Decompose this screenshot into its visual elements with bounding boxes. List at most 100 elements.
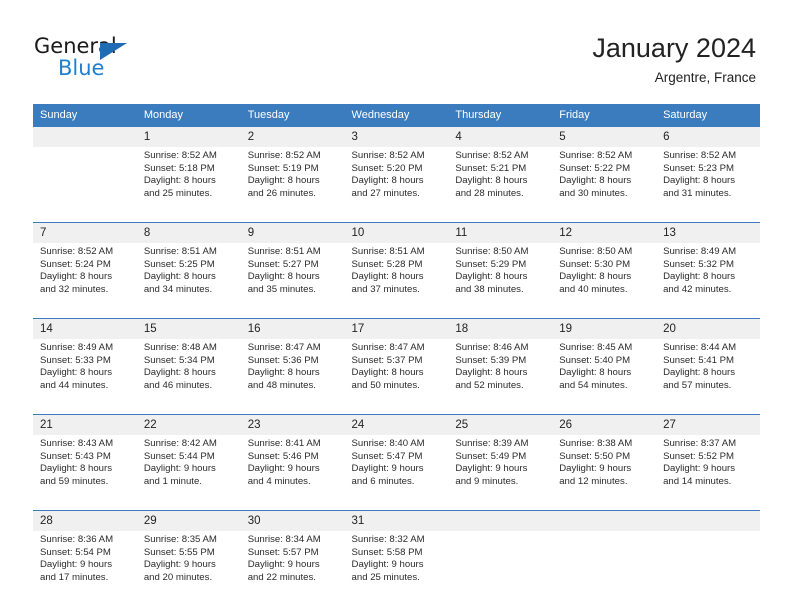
day-cell[interactable]: Sunrise: 8:50 AM Sunset: 5:29 PM Dayligh… [448,243,553,319]
daylight-text-line1: Daylight: 8 hours [247,271,320,283]
sunset-text: Sunset: 5:43 PM [40,450,111,462]
sunrise-text: Sunrise: 8:47 AM [351,342,425,353]
day-number: 20 [656,318,760,339]
daylight-text-line2: and 50 minutes. [351,379,420,391]
daylight-text-line1: Daylight: 8 hours [143,175,216,187]
day-cell[interactable] [656,531,760,606]
day-number [448,510,553,531]
daylight-text-line2: and 57 minutes. [663,379,732,391]
day-cell[interactable]: Sunrise: 8:52 AM Sunset: 5:18 PM Dayligh… [136,147,241,223]
day-cell[interactable]: Sunrise: 8:46 AM Sunset: 5:39 PM Dayligh… [448,339,553,415]
day-cell[interactable]: Sunrise: 8:41 AM Sunset: 5:46 PM Dayligh… [240,435,345,511]
general-blue-logo: General Blue [34,36,174,86]
sunset-text: Sunset: 5:25 PM [143,258,215,270]
calendar-body: 1 2 3 4 5 6 Sunrise: 8:52 AM Sunset: 5:1… [33,127,760,606]
day-cell[interactable]: Sunrise: 8:45 AM Sunset: 5:40 PM Dayligh… [552,339,657,415]
weekday-header-saturday: Saturday [656,104,760,127]
sunset-text: Sunset: 5:33 PM [40,354,111,366]
week-3-details: Sunrise: 8:49 AM Sunset: 5:33 PM Dayligh… [33,339,760,415]
day-cell[interactable] [448,531,553,606]
sunrise-text: Sunrise: 8:50 AM [559,246,633,257]
day-cell[interactable]: Sunrise: 8:51 AM Sunset: 5:27 PM Dayligh… [240,243,345,319]
daylight-text-line2: and 27 minutes. [351,187,420,199]
day-cell[interactable]: Sunrise: 8:42 AM Sunset: 5:44 PM Dayligh… [136,435,241,511]
day-number: 18 [448,318,553,339]
daylight-text-line1: Daylight: 8 hours [559,367,632,379]
daylight-text-line2: and 42 minutes. [663,283,732,295]
sunset-text: Sunset: 5:46 PM [247,450,319,462]
sunset-text: Sunset: 5:18 PM [143,162,215,174]
week-5-details: Sunrise: 8:36 AM Sunset: 5:54 PM Dayligh… [33,531,760,606]
day-cell[interactable]: Sunrise: 8:51 AM Sunset: 5:28 PM Dayligh… [344,243,449,319]
sunset-text: Sunset: 5:55 PM [143,546,215,558]
sunset-text: Sunset: 5:50 PM [559,450,631,462]
daylight-text-line2: and 1 minute. [143,475,202,487]
day-cell[interactable]: Sunrise: 8:36 AM Sunset: 5:54 PM Dayligh… [33,531,137,606]
day-number: 17 [344,318,449,339]
sunset-text: Sunset: 5:24 PM [40,258,111,270]
calendar-header-row: Sunday Monday Tuesday Wednesday Thursday… [33,104,760,127]
sunset-text: Sunset: 5:23 PM [663,162,734,174]
daylight-text-line2: and 9 minutes. [455,475,519,487]
week-2-details: Sunrise: 8:52 AM Sunset: 5:24 PM Dayligh… [33,243,760,319]
title-block: January 2024 Argentre, France [592,32,756,86]
logo-text-blue: Blue [58,56,105,80]
day-cell[interactable]: Sunrise: 8:49 AM Sunset: 5:32 PM Dayligh… [656,243,760,319]
day-cell[interactable] [552,531,657,606]
day-cell[interactable]: Sunrise: 8:52 AM Sunset: 5:20 PM Dayligh… [344,147,449,223]
daylight-text-line2: and 22 minutes. [247,571,316,583]
day-cell[interactable]: Sunrise: 8:35 AM Sunset: 5:55 PM Dayligh… [136,531,241,606]
daylight-text-line2: and 35 minutes. [247,283,316,295]
day-cell[interactable]: Sunrise: 8:37 AM Sunset: 5:52 PM Dayligh… [656,435,760,511]
sunset-text: Sunset: 5:52 PM [663,450,734,462]
day-number: 13 [656,222,760,243]
sunset-text: Sunset: 5:36 PM [247,354,319,366]
daylight-text-line1: Daylight: 9 hours [559,463,632,475]
sunset-text: Sunset: 5:20 PM [351,162,423,174]
day-cell[interactable]: Sunrise: 8:47 AM Sunset: 5:37 PM Dayligh… [344,339,449,415]
day-cell[interactable]: Sunrise: 8:52 AM Sunset: 5:22 PM Dayligh… [552,147,657,223]
daylight-text-line1: Daylight: 9 hours [663,463,736,475]
day-cell[interactable]: Sunrise: 8:47 AM Sunset: 5:36 PM Dayligh… [240,339,345,415]
day-cell[interactable]: Sunrise: 8:49 AM Sunset: 5:33 PM Dayligh… [33,339,137,415]
sunrise-text: Sunrise: 8:47 AM [247,342,321,353]
week-4-details: Sunrise: 8:43 AM Sunset: 5:43 PM Dayligh… [33,435,760,511]
day-cell[interactable]: Sunrise: 8:52 AM Sunset: 5:23 PM Dayligh… [656,147,760,223]
daylight-text-line2: and 38 minutes. [455,283,524,295]
page-header: General Blue January 2024 Argentre, Fran… [0,0,792,100]
daylight-text-line2: and 30 minutes. [559,187,628,199]
daylight-text-line2: and 37 minutes. [351,283,420,295]
day-cell[interactable]: Sunrise: 8:39 AM Sunset: 5:49 PM Dayligh… [448,435,553,511]
daylight-text-line2: and 54 minutes. [559,379,628,391]
sunrise-text: Sunrise: 8:46 AM [455,342,529,353]
day-cell[interactable]: Sunrise: 8:50 AM Sunset: 5:30 PM Dayligh… [552,243,657,319]
day-cell[interactable]: Sunrise: 8:43 AM Sunset: 5:43 PM Dayligh… [33,435,137,511]
sunrise-text: Sunrise: 8:52 AM [663,150,737,161]
day-cell[interactable]: Sunrise: 8:44 AM Sunset: 5:41 PM Dayligh… [656,339,760,415]
day-cell[interactable]: Sunrise: 8:52 AM Sunset: 5:19 PM Dayligh… [240,147,345,223]
day-number: 27 [656,414,760,435]
day-cell[interactable]: Sunrise: 8:38 AM Sunset: 5:50 PM Dayligh… [552,435,657,511]
day-cell[interactable]: Sunrise: 8:52 AM Sunset: 5:24 PM Dayligh… [33,243,137,319]
day-cell[interactable]: Sunrise: 8:32 AM Sunset: 5:58 PM Dayligh… [344,531,449,606]
daylight-text-line1: Daylight: 8 hours [143,271,216,283]
daylight-text-line1: Daylight: 8 hours [143,367,216,379]
day-cell[interactable]: Sunrise: 8:40 AM Sunset: 5:47 PM Dayligh… [344,435,449,511]
sunrise-text: Sunrise: 8:52 AM [351,150,425,161]
sunrise-text: Sunrise: 8:50 AM [455,246,529,257]
daylight-text-line1: Daylight: 8 hours [663,271,736,283]
sunset-text: Sunset: 5:22 PM [559,162,631,174]
day-cell[interactable]: Sunrise: 8:52 AM Sunset: 5:21 PM Dayligh… [448,147,553,223]
day-number: 25 [448,414,553,435]
day-cell[interactable]: Sunrise: 8:51 AM Sunset: 5:25 PM Dayligh… [136,243,241,319]
day-cell[interactable] [33,147,137,223]
daylight-text-line1: Daylight: 8 hours [247,367,320,379]
day-cell[interactable]: Sunrise: 8:48 AM Sunset: 5:34 PM Dayligh… [136,339,241,415]
daylight-text-line2: and 48 minutes. [247,379,316,391]
day-number: 10 [344,222,449,243]
daylight-text-line1: Daylight: 8 hours [40,463,112,475]
daylight-text-line2: and 26 minutes. [247,187,316,199]
day-number: 4 [448,127,553,147]
week-5-daynumbers: 28 29 30 31 [33,510,760,531]
day-cell[interactable]: Sunrise: 8:34 AM Sunset: 5:57 PM Dayligh… [240,531,345,606]
